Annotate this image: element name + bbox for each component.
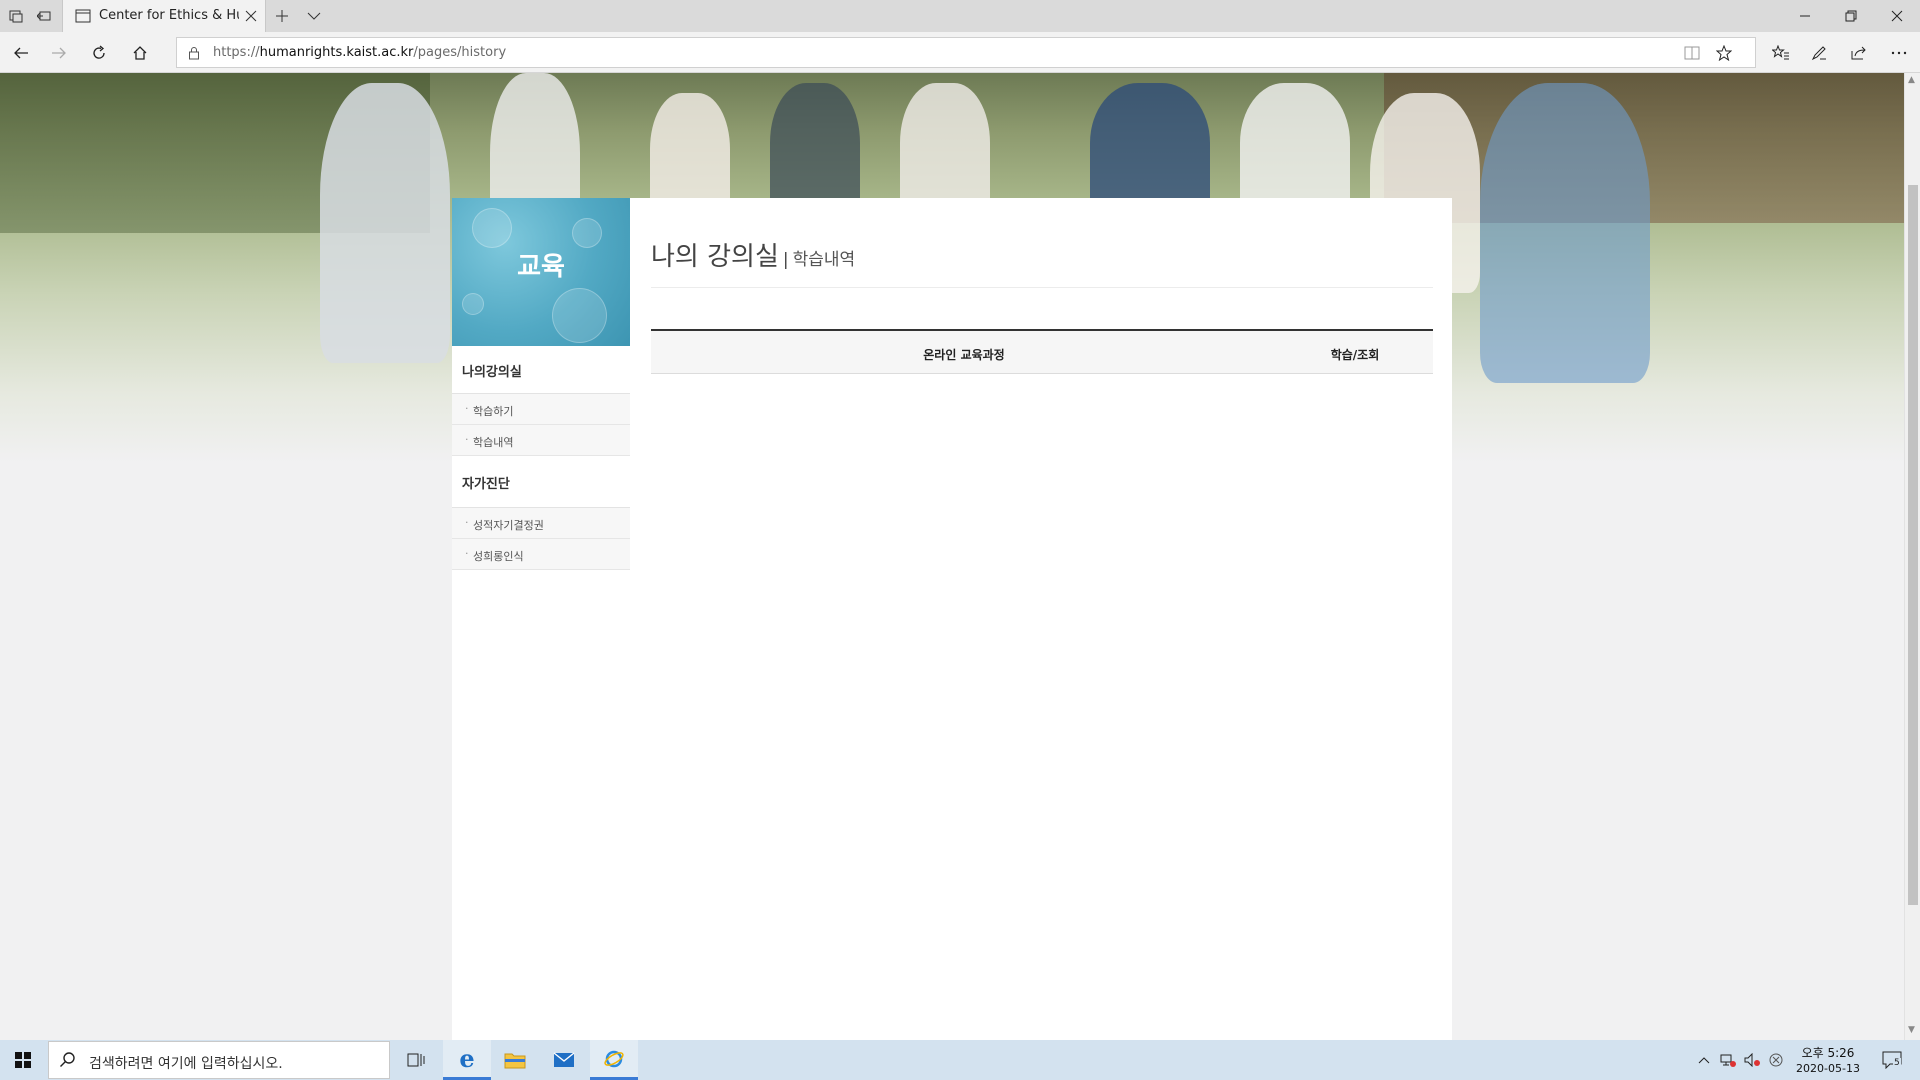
- scroll-up-arrow[interactable]: ▲: [1908, 75, 1915, 85]
- tray-chevron-icon[interactable]: [1694, 1050, 1714, 1070]
- page-viewport: 교육 나의강의실 · 학습하기 · 학습내역 자가진단 · 성적자기결정권 · …: [0, 73, 1904, 1040]
- notification-status-icon[interactable]: [1766, 1050, 1786, 1070]
- url-path: /pages/history: [413, 45, 507, 60]
- file-explorer-icon[interactable]: [491, 1040, 539, 1080]
- bullet-dot: ·: [465, 402, 469, 415]
- column-header-course: 온라인 교육과정: [923, 348, 1005, 362]
- page-subtitle: 학습내역: [792, 250, 856, 270]
- search-placeholder: 검색하려면 여기에 입력하십시오.: [89, 1056, 283, 1072]
- scroll-down-arrow[interactable]: ▼: [1908, 1025, 1915, 1035]
- sidebar-item-label: 성적자기결정권: [473, 519, 544, 532]
- sidebar-item-label: 학습하기: [473, 405, 514, 418]
- edge-icon[interactable]: e: [443, 1040, 491, 1080]
- sidebar-group-label: 자가진단: [462, 477, 510, 492]
- notes-icon[interactable]: [1806, 40, 1832, 66]
- network-icon[interactable]: [1718, 1050, 1738, 1070]
- active-tab[interactable]: Center for Ethics & Hun: [62, 0, 266, 32]
- lock-icon: [181, 40, 207, 66]
- volume-icon[interactable]: [1742, 1050, 1762, 1070]
- browser-nav-bar: https://humanrights.kaist.ac.kr/pages/hi…: [0, 32, 1920, 73]
- bullet-dot: ·: [465, 547, 469, 560]
- back-icon[interactable]: [8, 40, 34, 66]
- column-header-action: 학습/조회: [1330, 348, 1380, 362]
- reading-view-icon[interactable]: [1679, 40, 1705, 66]
- url-prefix: https://: [213, 45, 260, 60]
- notification-icon[interactable]: 5: [1880, 1050, 1904, 1070]
- sidebar-item-study[interactable]: · 학습하기: [452, 394, 630, 425]
- sidebar-group-my-classroom[interactable]: 나의강의실: [452, 346, 630, 394]
- banner-person: [320, 83, 450, 363]
- sidebar-item-label: 성희롱인식: [473, 550, 524, 563]
- address-bar[interactable]: https://humanrights.kaist.ac.kr/pages/hi…: [176, 37, 1756, 68]
- tab-preview-icon[interactable]: [4, 4, 28, 28]
- main-content: 나의 강의실 | 학습내역 온라인 교육과정 학습/조회: [630, 198, 1452, 1040]
- url-domain: humanrights.kaist.ac.kr: [259, 45, 414, 60]
- sidebar-group-self-diagnosis[interactable]: 자가진단: [452, 456, 630, 508]
- close-tab-icon[interactable]: [239, 4, 263, 28]
- decor-bubble: [462, 293, 484, 315]
- scroll-thumb[interactable]: [1908, 185, 1918, 905]
- sidebar-section-header: 교육: [452, 198, 630, 346]
- title-separator: |: [782, 250, 789, 270]
- close-window-icon[interactable]: [1874, 0, 1920, 32]
- bullet-dot: ·: [465, 433, 469, 446]
- favorite-star-icon[interactable]: [1711, 40, 1737, 66]
- ie-icon[interactable]: [590, 1040, 638, 1080]
- windows-start-icon[interactable]: [0, 1040, 46, 1080]
- task-view-icon[interactable]: [392, 1040, 440, 1080]
- restore-icon[interactable]: [1828, 0, 1874, 32]
- page-title: 나의 강의실 | 학습내역: [651, 236, 855, 273]
- banner-person: [1480, 83, 1650, 383]
- decor-bubble: [552, 288, 607, 343]
- sidebar-item-harassment-awareness[interactable]: · 성희롱인식: [452, 539, 630, 570]
- sidebar-section-title: 교육: [517, 252, 565, 282]
- more-icon[interactable]: [1886, 40, 1912, 66]
- page-title-main: 나의 강의실: [651, 242, 779, 272]
- tab-list-icon[interactable]: [302, 4, 326, 28]
- forward-icon[interactable]: [46, 40, 72, 66]
- page-scrollbar[interactable]: ▲ ▼: [1904, 73, 1920, 1040]
- notification-count: 5: [1893, 1058, 1901, 1068]
- page-icon: [71, 4, 95, 28]
- favorites-hub-icon[interactable]: [1768, 40, 1794, 66]
- sidebar-item-history[interactable]: · 학습내역: [452, 425, 630, 456]
- mail-icon[interactable]: [540, 1040, 588, 1080]
- title-divider: [651, 287, 1433, 288]
- history-table-header: 온라인 교육과정 학습/조회: [651, 329, 1433, 374]
- set-aside-icon[interactable]: [32, 4, 56, 28]
- taskbar-clock-time[interactable]: 오후 5:26: [1788, 1044, 1868, 1061]
- search-icon: [59, 1051, 77, 1073]
- url-text: https://humanrights.kaist.ac.kr/pages/hi…: [213, 45, 506, 60]
- new-tab-icon[interactable]: [270, 4, 294, 28]
- decor-bubble: [472, 208, 512, 248]
- bullet-dot: ·: [465, 516, 469, 529]
- minimize-icon[interactable]: [1782, 0, 1828, 32]
- home-icon[interactable]: [127, 40, 153, 66]
- windows-taskbar: 검색하려면 여기에 입력하십시오. e 오후 5:26 2020-05-13 5: [0, 1040, 1920, 1080]
- refresh-icon[interactable]: [86, 40, 112, 66]
- share-icon[interactable]: [1846, 40, 1872, 66]
- tab-title: Center for Ethics & Hun: [99, 8, 239, 23]
- decor-bubble: [572, 218, 602, 248]
- sidebar-item-sexual-self-determination[interactable]: · 성적자기결정권: [452, 508, 630, 539]
- browser-tab-bar: Center for Ethics & Hun: [0, 0, 1920, 32]
- taskbar-clock-date[interactable]: 2020-05-13: [1788, 1062, 1868, 1075]
- taskbar-search-box[interactable]: 검색하려면 여기에 입력하십시오.: [48, 1041, 390, 1079]
- sidebar-group-label: 나의강의실: [462, 365, 522, 380]
- sidebar: 교육 나의강의실 · 학습하기 · 학습내역 자가진단 · 성적자기결정권 · …: [452, 198, 630, 1040]
- sidebar-item-label: 학습내역: [473, 436, 514, 449]
